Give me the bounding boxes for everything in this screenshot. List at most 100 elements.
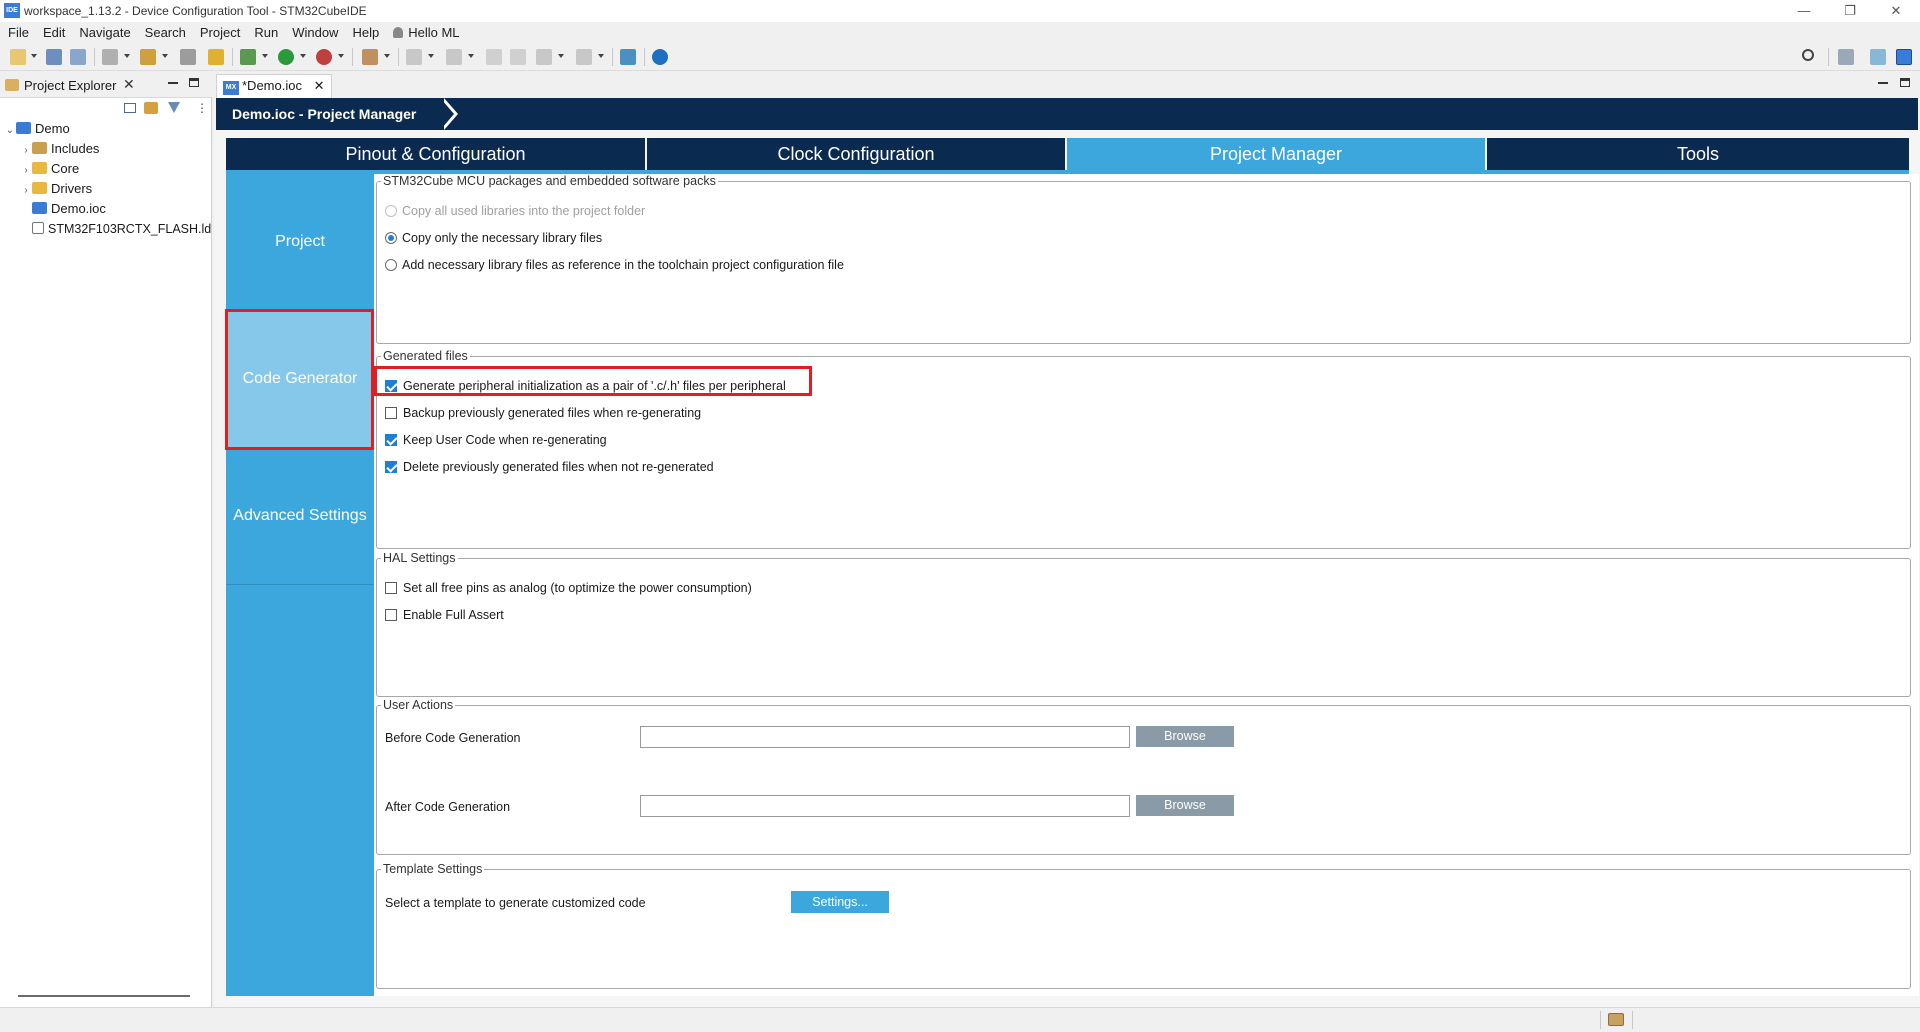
- debug-dropdown[interactable]: [262, 54, 268, 58]
- after-browse-button[interactable]: Browse: [1136, 795, 1234, 816]
- menu-help[interactable]: Help: [344, 22, 385, 40]
- checkbox-keep-user-code[interactable]: [385, 434, 397, 446]
- user-menu[interactable]: Hello ML: [385, 22, 465, 40]
- open-type-dropdown[interactable]: [384, 54, 390, 58]
- option-enable-full-assert[interactable]: Enable Full Assert: [385, 608, 504, 622]
- next-annotation-dropdown[interactable]: [428, 54, 434, 58]
- checkbox-full-assert[interactable]: [385, 609, 397, 621]
- menu-run[interactable]: Run: [246, 22, 284, 40]
- open-perspective-icon[interactable]: [1838, 49, 1854, 65]
- menu-project[interactable]: Project: [192, 22, 246, 40]
- status-icon[interactable]: [1608, 1013, 1624, 1026]
- external-tools-icon[interactable]: [316, 49, 332, 65]
- nav-project[interactable]: Project: [226, 174, 374, 310]
- chevron-right-icon[interactable]: ›: [20, 141, 32, 161]
- tree-item-demo[interactable]: ⌄ Demo: [4, 119, 70, 139]
- run-icon[interactable]: [278, 49, 294, 65]
- cpp-perspective-icon[interactable]: [1870, 49, 1886, 65]
- minimize-view-icon[interactable]: [168, 82, 178, 84]
- restore-button[interactable]: ❐: [1830, 2, 1870, 20]
- menu-window[interactable]: Window: [284, 22, 344, 40]
- tab-pinout-configuration[interactable]: Pinout & Configuration: [226, 138, 645, 170]
- prev-annotation-dropdown[interactable]: [468, 54, 474, 58]
- external-tools-dropdown[interactable]: [338, 54, 344, 58]
- debug-icon[interactable]: [240, 49, 256, 65]
- option-copy-all-libraries: Copy all used libraries into the project…: [385, 204, 645, 218]
- tree-item-demo-ioc[interactable]: Demo.ioc: [32, 199, 106, 219]
- project-explorer-tab[interactable]: Project Explorer ✕: [0, 72, 212, 98]
- chevron-down-icon[interactable]: ⌄: [4, 121, 16, 141]
- build-dropdown[interactable]: [162, 54, 168, 58]
- checkbox-backup[interactable]: [385, 407, 397, 419]
- back-dropdown[interactable]: [558, 54, 564, 58]
- save-icon[interactable]: [46, 49, 62, 65]
- tab-project-manager[interactable]: Project Manager: [1067, 138, 1485, 170]
- chevron-right-icon[interactable]: ›: [20, 161, 32, 181]
- info-icon[interactable]: [652, 49, 668, 65]
- link-editor-icon[interactable]: [144, 102, 158, 114]
- option-add-as-reference[interactable]: Add necessary library files as reference…: [385, 258, 844, 272]
- run-dropdown[interactable]: [300, 54, 306, 58]
- option-keep-user-code[interactable]: Keep User Code when re-generating: [385, 433, 607, 447]
- tree-item-label: STM32F103RCTX_FLASH.ld: [48, 222, 212, 236]
- tree-item-includes[interactable]: › Includes: [20, 139, 99, 159]
- tree-item-linker-script[interactable]: STM32F103RCTX_FLASH.ld: [32, 219, 211, 239]
- minimize-editor-icon[interactable]: [1878, 82, 1888, 84]
- option-copy-necessary-libraries[interactable]: Copy only the necessary library files: [385, 231, 602, 245]
- before-browse-button[interactable]: Browse: [1136, 726, 1234, 747]
- checkbox-free-pins-analog[interactable]: [385, 582, 397, 594]
- next-annotation-icon[interactable]: [406, 49, 422, 65]
- after-code-generation-input[interactable]: [640, 795, 1130, 817]
- compile-icon[interactable]: [180, 49, 196, 65]
- new-dropdown-arrow[interactable]: [31, 54, 37, 58]
- menu-edit[interactable]: Edit: [35, 22, 71, 40]
- open-type-icon[interactable]: [362, 49, 378, 65]
- maximize-editor-icon[interactable]: [1900, 78, 1910, 87]
- nav-advanced-settings[interactable]: Advanced Settings: [226, 448, 374, 584]
- build-icon[interactable]: [140, 49, 156, 65]
- option-free-pins-analog[interactable]: Set all free pins as analog (to optimize…: [385, 581, 752, 595]
- collapse-all-icon[interactable]: [124, 103, 136, 113]
- tab-tools[interactable]: Tools: [1487, 138, 1909, 170]
- build-config-dropdown[interactable]: [124, 54, 130, 58]
- hal-settings-group: HAL Settings Set all free pins as analog…: [376, 551, 1911, 697]
- view-menu-icon[interactable]: ⋮: [196, 101, 208, 115]
- radio-copy-necessary[interactable]: [385, 232, 397, 244]
- menu-search[interactable]: Search: [137, 22, 192, 40]
- tree-item-drivers[interactable]: › Drivers: [20, 179, 92, 199]
- highlight-box-nav: [225, 309, 374, 450]
- folder-icon: [32, 182, 47, 194]
- back-icon[interactable]: [536, 49, 552, 65]
- new-icon[interactable]: [10, 49, 26, 65]
- option-delete-generated-files[interactable]: Delete previously generated files when n…: [385, 460, 714, 474]
- close-button[interactable]: ✕: [1876, 2, 1916, 20]
- tree-item-core[interactable]: › Core: [20, 159, 79, 179]
- tab-clock-configuration[interactable]: Clock Configuration: [647, 138, 1065, 170]
- settings-button[interactable]: Settings...: [791, 891, 889, 913]
- last-edit-icon[interactable]: [486, 49, 502, 65]
- menu-file[interactable]: File: [0, 22, 35, 40]
- build-config-icon[interactable]: [102, 49, 118, 65]
- maximize-view-icon[interactable]: [189, 78, 199, 87]
- editor-tab-demo-ioc[interactable]: MX *Demo.ioc ✕: [216, 74, 332, 98]
- horizontal-scrollbar[interactable]: [18, 995, 190, 997]
- history-icon[interactable]: [510, 49, 526, 65]
- before-code-generation-input[interactable]: [640, 726, 1130, 748]
- close-icon[interactable]: ✕: [123, 76, 135, 93]
- mx-perspective-icon[interactable]: [1896, 49, 1912, 65]
- clean-icon[interactable]: [208, 49, 224, 65]
- menu-navigate[interactable]: Navigate: [71, 22, 136, 40]
- radio-add-reference[interactable]: [385, 259, 397, 271]
- chevron-right-icon[interactable]: ›: [20, 181, 32, 201]
- close-icon[interactable]: ✕: [314, 78, 325, 93]
- search-icon[interactable]: [1802, 49, 1814, 61]
- filter-icon[interactable]: [168, 102, 180, 113]
- option-backup-files[interactable]: Backup previously generated files when r…: [385, 406, 701, 420]
- save-all-icon[interactable]: [70, 49, 86, 65]
- open-console-icon[interactable]: [620, 49, 636, 65]
- forward-dropdown[interactable]: [598, 54, 604, 58]
- prev-annotation-icon[interactable]: [446, 49, 462, 65]
- minimize-button[interactable]: —: [1784, 2, 1824, 20]
- checkbox-delete-files[interactable]: [385, 461, 397, 473]
- forward-icon[interactable]: [576, 49, 592, 65]
